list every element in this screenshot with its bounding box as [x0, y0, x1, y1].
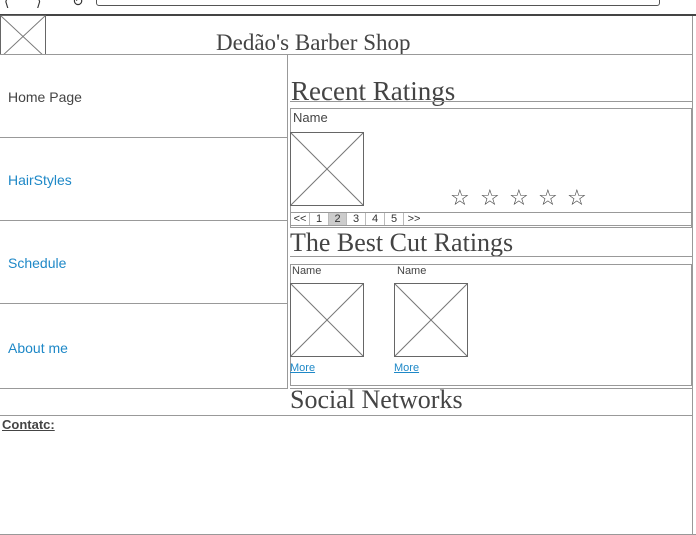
pager-first[interactable]: <<: [291, 213, 310, 225]
site-title: Dedão's Barber Shop: [216, 30, 411, 55]
rating-name-label: Name: [293, 110, 328, 125]
social-networks-heading: Social Networks: [290, 385, 463, 414]
section-divider: [290, 101, 692, 102]
contact-label: Contatc:: [2, 417, 55, 432]
section-divider: [290, 256, 692, 257]
pager-last[interactable]: >>: [404, 213, 424, 225]
section-divider: [290, 388, 692, 389]
card-name-label: Name: [397, 265, 427, 277]
star-icon[interactable]: ☆: [509, 188, 529, 210]
sidebar-item-about-me[interactable]: About me: [0, 303, 288, 389]
card-image-placeholder-icon: [394, 283, 468, 357]
card-image-placeholder-icon: [290, 283, 364, 357]
star-icon[interactable]: ☆: [450, 188, 470, 210]
card-more-link[interactable]: More: [394, 362, 419, 374]
sidebar-menu: Home Page HairStyles Schedule About me: [0, 54, 290, 392]
address-bar[interactable]: [96, 0, 660, 6]
pager-page-4[interactable]: 4: [366, 213, 385, 225]
back-icon[interactable]: ⟨: [4, 0, 9, 10]
footer-divider: [0, 415, 692, 416]
star-icon[interactable]: ☆: [480, 188, 500, 210]
sidebar-item-label: Schedule: [8, 255, 67, 271]
star-icon[interactable]: ☆: [567, 188, 587, 210]
logo-icon: [0, 15, 46, 58]
pager-page-2[interactable]: 2: [329, 213, 347, 225]
pager-page-1[interactable]: 1: [310, 213, 329, 225]
sidebar-item-label: About me: [8, 340, 68, 356]
browser-toolbar: ⟨ ⟩ ↻: [0, 0, 696, 16]
rating-image-placeholder-icon: [290, 132, 364, 206]
pagination: << 1 2 3 4 5 >>: [290, 212, 692, 226]
forward-icon[interactable]: ⟩: [36, 0, 41, 10]
page-right-border: [692, 16, 693, 535]
star-icon[interactable]: ☆: [538, 188, 558, 210]
card-more-link[interactable]: More: [290, 362, 315, 374]
pager-page-5[interactable]: 5: [385, 213, 404, 225]
sidebar-item-home-page[interactable]: Home Page: [0, 54, 288, 138]
sidebar-item-schedule[interactable]: Schedule: [0, 220, 288, 304]
card-name-label: Name: [292, 265, 322, 277]
reload-icon[interactable]: ↻: [72, 0, 84, 10]
sidebar-item-label: HairStyles: [8, 172, 72, 188]
sidebar-item-label: Home Page: [8, 89, 82, 105]
recent-ratings-heading: Recent Ratings: [291, 76, 456, 106]
best-cut-heading: The Best Cut Ratings: [290, 228, 514, 257]
pager-page-3[interactable]: 3: [347, 213, 366, 225]
sidebar-item-hairstyles[interactable]: HairStyles: [0, 137, 288, 221]
